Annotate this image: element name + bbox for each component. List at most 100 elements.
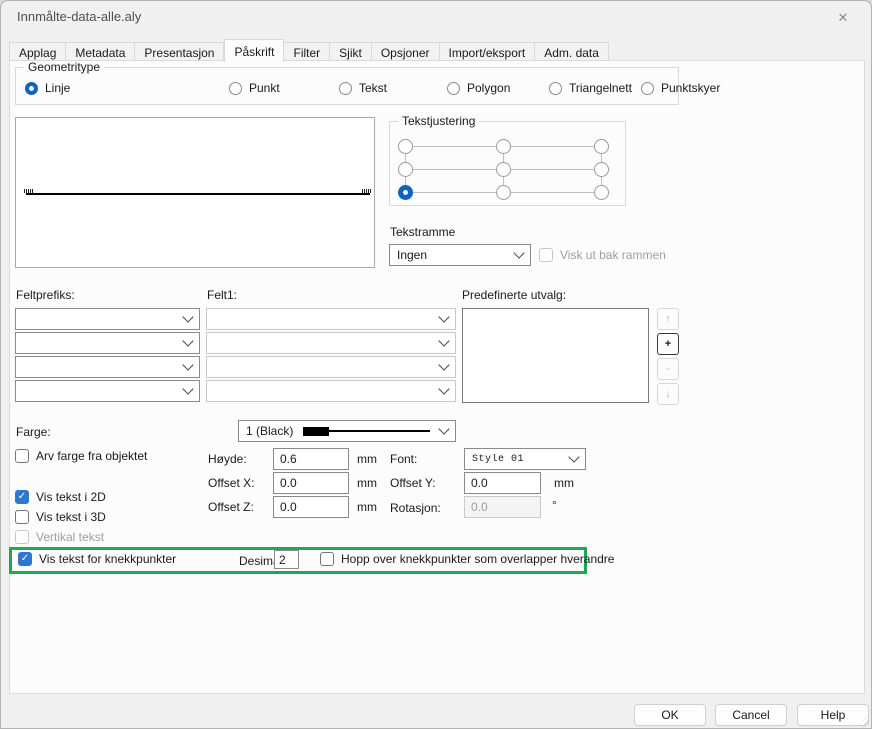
alignment-radio-middle-right[interactable] bbox=[594, 162, 609, 177]
height-label: Høyde: bbox=[208, 452, 247, 466]
color-swatch-line bbox=[303, 427, 430, 436]
tekstramme-label: Tekstramme bbox=[390, 225, 455, 239]
plus-icon: + bbox=[665, 338, 671, 350]
radio-icon bbox=[641, 82, 654, 95]
alignment-radio-middle-left[interactable] bbox=[398, 162, 413, 177]
feltprefiks-label: Feltprefiks: bbox=[16, 288, 75, 302]
minus-icon: - bbox=[666, 363, 670, 375]
show-vertex-text-checkbox[interactable]: ✓ Vis tekst for knekkpunkter bbox=[18, 552, 176, 566]
chevron-down-icon bbox=[438, 383, 449, 394]
offset-z-input[interactable] bbox=[273, 496, 349, 518]
offset-y-label: Offset Y: bbox=[390, 476, 436, 490]
move-down-button: ↓ bbox=[657, 383, 679, 405]
predefined-list[interactable] bbox=[462, 308, 649, 403]
offset-y-unit: mm bbox=[554, 476, 574, 490]
inherit-color-checkbox[interactable]: Arv farge fra objektet bbox=[15, 449, 147, 463]
geometry-option-tekst[interactable]: Tekst bbox=[339, 81, 387, 95]
alignment-radio-bottom-left[interactable] bbox=[398, 185, 413, 200]
offset-x-unit: mm bbox=[357, 476, 377, 490]
color-select[interactable]: 1 (Black) bbox=[238, 420, 456, 442]
geometry-option-triangelnett[interactable]: Triangelnett bbox=[549, 81, 632, 95]
alignment-radio-top-center[interactable] bbox=[496, 139, 511, 154]
checkbox-icon bbox=[15, 530, 29, 544]
show-text-2d-label: Vis tekst i 2D bbox=[36, 490, 106, 504]
tab-paaskrift[interactable]: Påskrift bbox=[224, 39, 284, 62]
felt1-label: Felt1: bbox=[207, 288, 237, 302]
alignment-radio-bottom-center[interactable] bbox=[496, 185, 511, 200]
font-select[interactable]: Style 01 bbox=[464, 448, 586, 470]
tab-applag[interactable]: Applag bbox=[9, 42, 66, 61]
tab-adm-data[interactable]: Adm. data bbox=[535, 42, 609, 61]
cancel-button[interactable]: Cancel bbox=[715, 704, 787, 726]
geometry-option-linje[interactable]: Linje bbox=[25, 81, 70, 95]
geometry-option-punkt[interactable]: Punkt bbox=[229, 81, 280, 95]
remove-button: - bbox=[657, 358, 679, 380]
help-button[interactable]: Help bbox=[797, 704, 869, 726]
ok-button[interactable]: OK bbox=[634, 704, 706, 726]
checkbox-icon bbox=[15, 510, 29, 524]
add-button[interactable]: + bbox=[657, 333, 679, 355]
arrow-down-icon: ↓ bbox=[665, 388, 671, 400]
tab-import-eksport[interactable]: Import/eksport bbox=[440, 42, 536, 61]
geometry-option-polygon[interactable]: Polygon bbox=[447, 81, 510, 95]
feltprefiks-select-2[interactable] bbox=[15, 332, 200, 354]
offset-z-unit: mm bbox=[357, 500, 377, 514]
inherit-color-label: Arv farge fra objektet bbox=[36, 449, 147, 463]
show-text-3d-label: Vis tekst i 3D bbox=[36, 510, 106, 524]
tab-strip: Applag Metadata Presentasjon Påskrift Fi… bbox=[9, 38, 609, 61]
felt1-select-1[interactable] bbox=[206, 308, 456, 330]
tab-sjikt[interactable]: Sjikt bbox=[330, 42, 372, 61]
tab-presentasjon[interactable]: Presentasjon bbox=[135, 42, 224, 61]
feltprefiks-select-3[interactable] bbox=[15, 356, 200, 378]
offset-y-input[interactable] bbox=[464, 472, 541, 494]
felt1-select-3[interactable] bbox=[206, 356, 456, 378]
show-vertex-text-label: Vis tekst for knekkpunkter bbox=[39, 552, 176, 566]
felt1-select-4[interactable] bbox=[206, 380, 456, 402]
tab-opsjoner[interactable]: Opsjoner bbox=[372, 42, 440, 61]
geometry-option-label: Linje bbox=[45, 81, 70, 95]
show-text-3d-checkbox[interactable]: Vis tekst i 3D bbox=[15, 510, 106, 524]
radio-icon bbox=[229, 82, 242, 95]
geometry-option-label: Triangelnett bbox=[569, 81, 632, 95]
chevron-down-icon bbox=[438, 335, 449, 346]
font-value: Style 01 bbox=[472, 454, 570, 465]
chevron-down-icon bbox=[513, 247, 524, 258]
alignment-radio-top-left[interactable] bbox=[398, 139, 413, 154]
skip-overlapping-checkbox[interactable]: Hopp over knekkpunkter som overlapper hv… bbox=[320, 552, 614, 566]
alignment-group: Tekstjustering bbox=[389, 121, 626, 206]
felt1-select-2[interactable] bbox=[206, 332, 456, 354]
tab-filter[interactable]: Filter bbox=[284, 42, 330, 61]
offset-x-input[interactable] bbox=[273, 472, 349, 494]
alignment-radio-bottom-right[interactable] bbox=[594, 185, 609, 200]
dialog-window: Innmålte-data-alle.aly ✕ Applag Metadata… bbox=[0, 0, 872, 729]
geometry-option-label: Polygon bbox=[467, 81, 510, 95]
rotation-input bbox=[464, 496, 541, 518]
geometry-option-punktskyer[interactable]: Punktskyer bbox=[641, 81, 720, 95]
decimals-input[interactable] bbox=[274, 550, 299, 569]
preview-line bbox=[26, 193, 370, 195]
erase-behind-checkbox: Visk ut bak rammen bbox=[539, 248, 666, 262]
move-up-button: ↑ bbox=[657, 308, 679, 330]
color-swatch bbox=[303, 427, 329, 436]
checkbox-icon bbox=[320, 552, 334, 566]
chevron-down-icon bbox=[182, 335, 193, 346]
height-input[interactable] bbox=[273, 448, 349, 470]
arrow-up-icon: ↑ bbox=[665, 313, 671, 325]
feltprefiks-select-4[interactable] bbox=[15, 380, 200, 402]
radio-icon bbox=[447, 82, 460, 95]
alignment-group-label: Tekstjustering bbox=[398, 114, 479, 128]
close-button[interactable]: ✕ bbox=[829, 6, 857, 30]
tekstramme-select[interactable]: Ingen bbox=[389, 244, 531, 266]
radio-icon bbox=[25, 82, 38, 95]
rotation-unit: ° bbox=[552, 498, 557, 512]
chevron-down-icon bbox=[182, 311, 193, 322]
geometry-group-label: Geometritype bbox=[24, 60, 104, 74]
tab-metadata[interactable]: Metadata bbox=[66, 42, 135, 61]
checkbox-icon: ✓ bbox=[15, 490, 29, 504]
chevron-down-icon bbox=[182, 359, 193, 370]
geometry-option-label: Tekst bbox=[359, 81, 387, 95]
show-text-2d-checkbox[interactable]: ✓ Vis tekst i 2D bbox=[15, 490, 106, 504]
alignment-radio-top-right[interactable] bbox=[594, 139, 609, 154]
alignment-radio-middle-center[interactable] bbox=[496, 162, 511, 177]
feltprefiks-select-1[interactable] bbox=[15, 308, 200, 330]
